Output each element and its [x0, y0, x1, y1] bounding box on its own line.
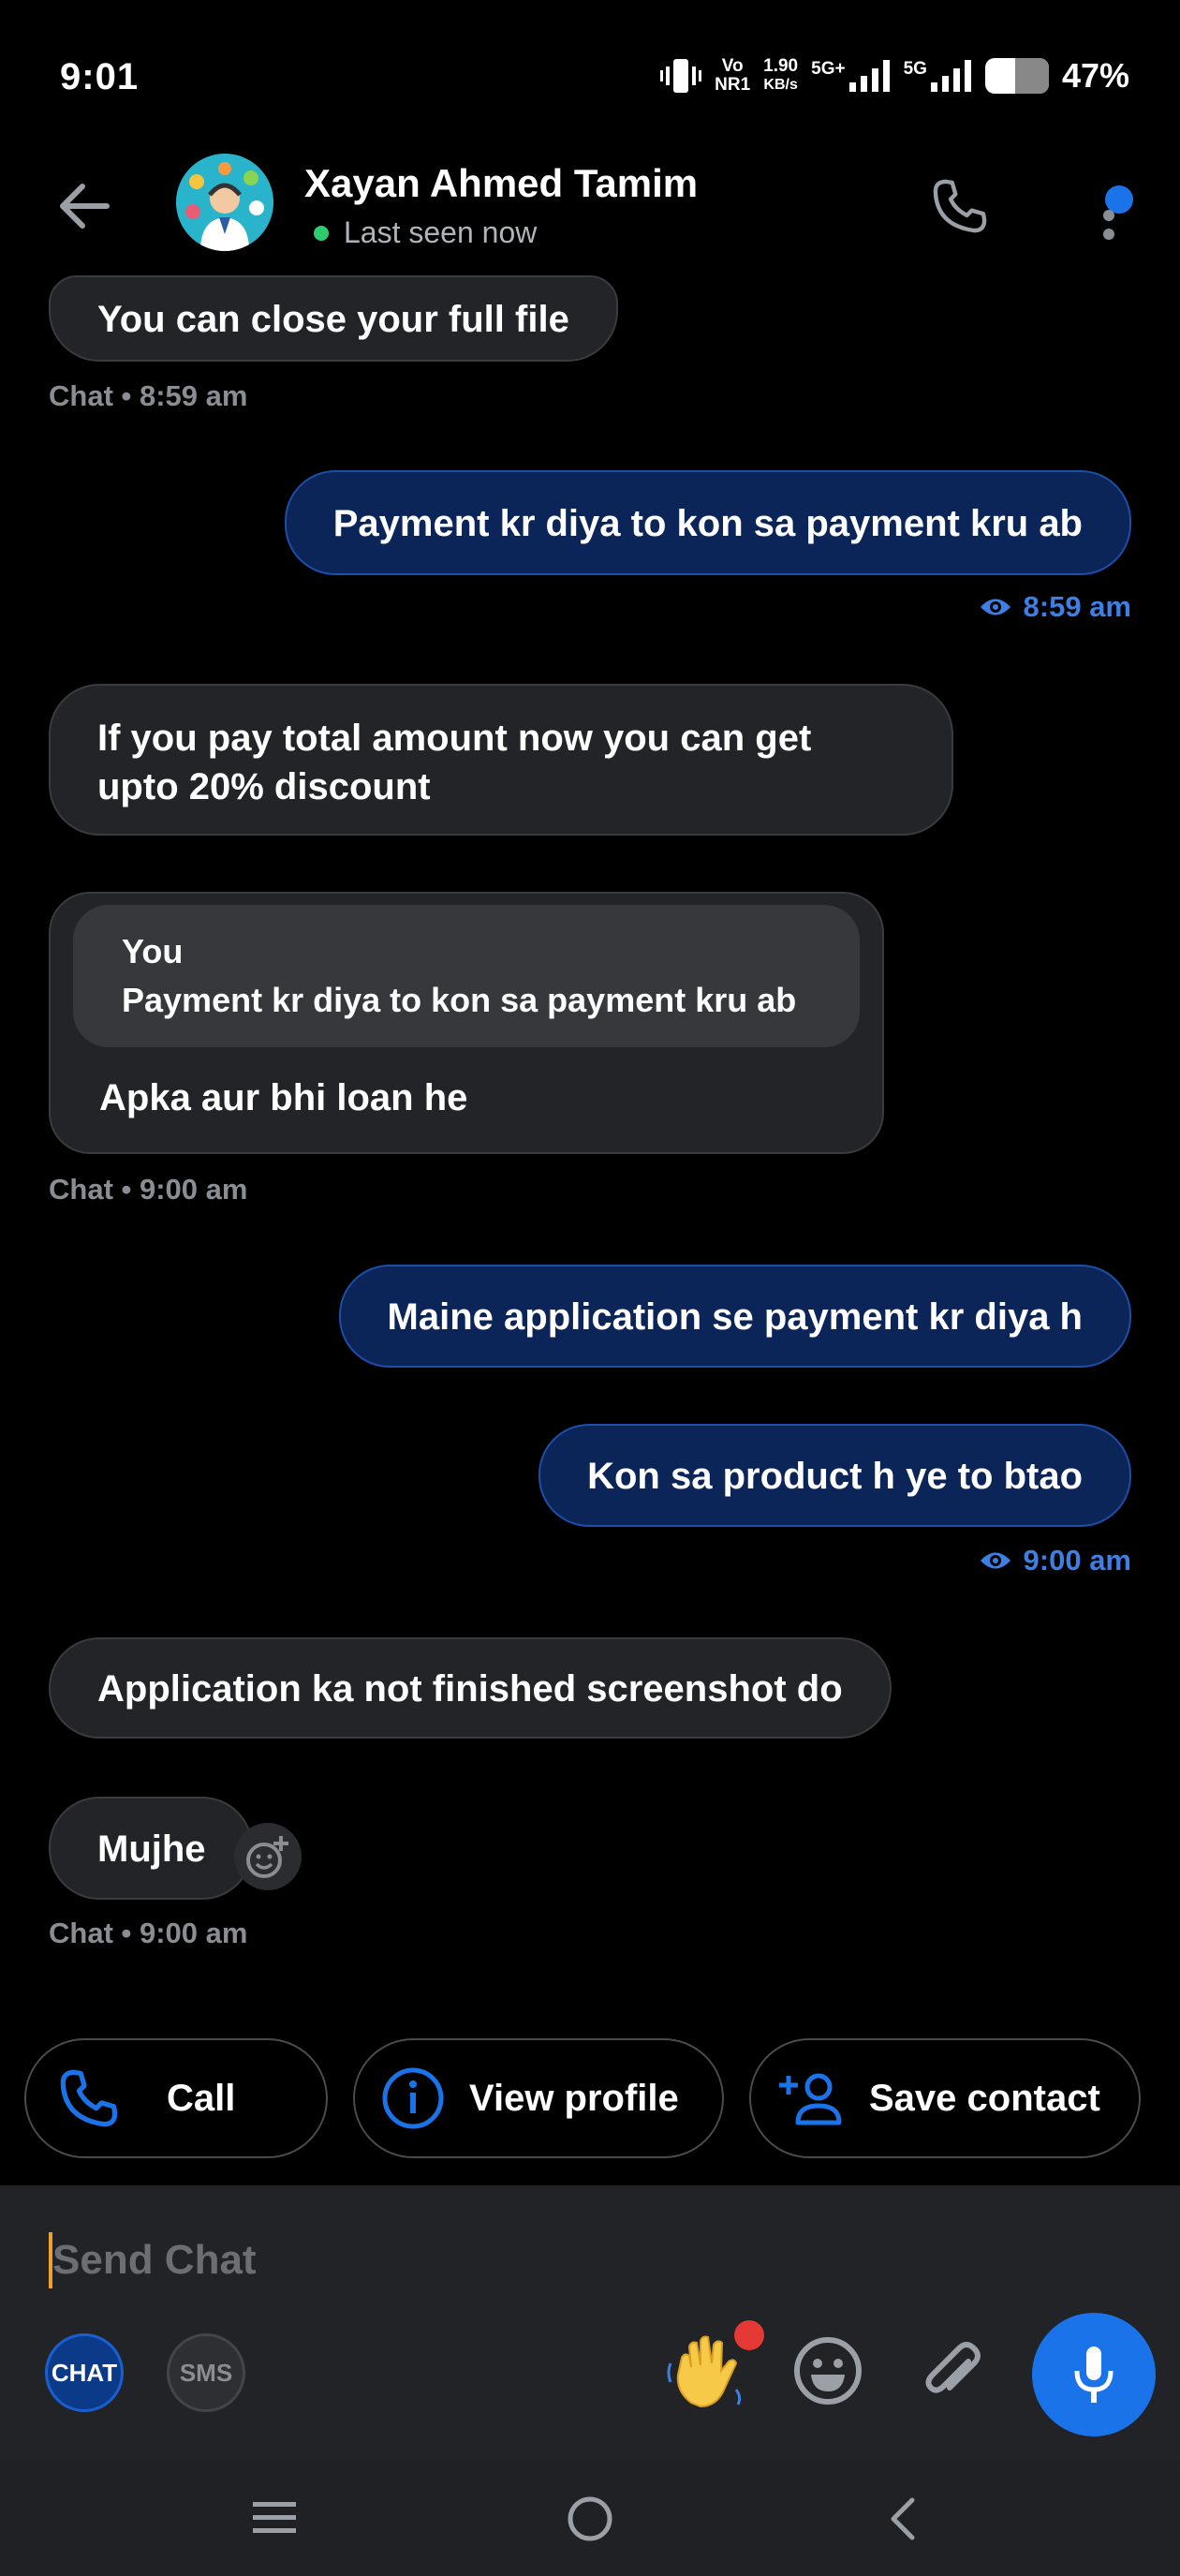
call-button[interactable]: Call [24, 2038, 328, 2158]
outgoing-message[interactable]: Payment kr diya to kon sa payment kru ab [284, 470, 1131, 575]
smiley-icon [794, 2337, 862, 2405]
back-button[interactable] [56, 178, 112, 234]
add-emoji-icon [246, 1836, 288, 1878]
save-contact-button[interactable]: Save contact [749, 2038, 1141, 2158]
message-meta: Chat • 9:00 am [49, 1173, 248, 1206]
header-call-button[interactable] [927, 169, 993, 244]
message-seen-meta: 9:00 am [979, 1544, 1131, 1577]
menu-icon [253, 2502, 296, 2533]
signal-bars-icon [930, 60, 971, 92]
add-reaction-button[interactable] [234, 1823, 302, 1890]
incoming-message[interactable]: If you pay total amount now you can get … [49, 684, 953, 836]
chat-header: Xayan Ahmed Tamim Last seen now [0, 141, 1180, 281]
message-meta: Chat • 8:59 am [49, 379, 248, 412]
circle-home-icon [568, 2496, 612, 2541]
message-composer: Send Chat CHAT SMS [0, 2185, 1180, 2459]
paperclip-icon [925, 2342, 981, 2393]
signal-bars-icon [848, 60, 890, 92]
phone-icon [933, 179, 987, 233]
info-icon [381, 2066, 445, 2130]
status-bar: 9:01 Vo NR1 1.90 KB/s 5G+ 5G 47% [0, 0, 1180, 141]
notification-dot-icon [734, 2320, 764, 2350]
battery-percent: 47% [1061, 56, 1129, 95]
quote-text: Payment kr diya to kon sa payment kru ab [122, 981, 797, 1019]
chevron-left-icon [891, 2497, 915, 2540]
message-seen-meta: 8:59 am [979, 590, 1131, 624]
quote-author: You [122, 932, 184, 970]
network-speed: 1.90 KB/s [763, 56, 799, 94]
eye-icon [980, 1552, 1010, 1569]
more-dot-icon [1103, 210, 1114, 221]
vibrate-icon [660, 59, 702, 93]
emoji-button[interactable] [790, 2333, 865, 2408]
phone-icon [56, 2065, 122, 2131]
reply-text: Apka aur bhi loan he [99, 1077, 468, 1118]
system-back-button[interactable] [884, 2495, 922, 2543]
outgoing-message[interactable]: Maine application se payment kr diya h [338, 1265, 1131, 1368]
voice-record-button[interactable] [1032, 2313, 1156, 2436]
recent-apps-button[interactable] [251, 2496, 298, 2539]
more-options-button[interactable] [1086, 169, 1133, 244]
incoming-reply-message[interactable]: You Payment kr diya to kon sa payment kr… [49, 892, 884, 1154]
microphone-icon [1074, 2347, 1114, 2403]
message-meta: Chat • 9:00 am [49, 1917, 248, 1949]
signal-sim1: 5G+ [811, 60, 890, 92]
status-icons: Vo NR1 1.90 KB/s 5G+ 5G 47% [660, 56, 1129, 96]
home-button[interactable] [566, 2495, 614, 2543]
incoming-message[interactable]: You can close your full file [49, 275, 618, 362]
arrow-left-icon [60, 184, 110, 229]
outgoing-message[interactable]: Kon sa product h ye to btao [538, 1424, 1131, 1527]
send-chat-input[interactable]: Send Chat [49, 2232, 257, 2288]
contact-name[interactable]: Xayan Ahmed Tamim [304, 161, 698, 206]
chat-mode-toggle[interactable]: CHAT [45, 2333, 124, 2412]
incoming-message[interactable]: Application ka not finished screenshot d… [49, 1637, 892, 1739]
volte-indicator: Vo NR1 [715, 56, 751, 95]
waving-hand-icon [667, 2335, 742, 2408]
last-seen-status: Last seen now [314, 215, 537, 250]
eye-icon [980, 599, 1010, 615]
signal-sim2: 5G [904, 60, 972, 92]
status-time: 9:01 [60, 56, 140, 97]
add-person-icon [775, 2070, 847, 2126]
more-dot-icon [1103, 229, 1114, 240]
online-dot-icon [314, 225, 329, 241]
view-profile-button[interactable]: View profile [353, 2038, 724, 2158]
system-navigation-bar [0, 2459, 1180, 2576]
quoted-message[interactable]: You Payment kr diya to kon sa payment kr… [73, 905, 860, 1047]
battery-icon [984, 58, 1049, 94]
support-agent-avatar-icon [176, 154, 273, 251]
incoming-message[interactable]: Mujhe [49, 1797, 253, 1900]
sms-mode-toggle[interactable]: SMS [167, 2333, 245, 2412]
attach-button[interactable] [916, 2333, 991, 2408]
avatar[interactable] [176, 154, 273, 251]
wave-button[interactable] [663, 2320, 764, 2414]
